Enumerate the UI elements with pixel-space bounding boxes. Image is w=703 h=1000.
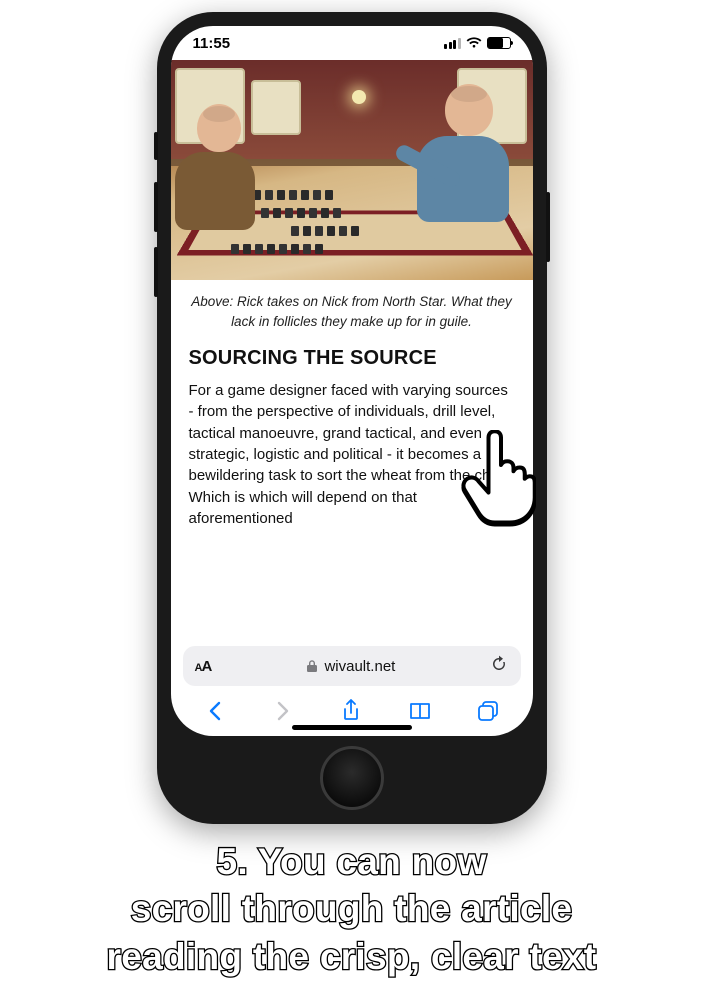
url-domain: wivault.net <box>324 658 395 675</box>
forward-button[interactable] <box>263 696 303 726</box>
home-indicator <box>292 725 412 730</box>
article-photo <box>171 60 533 280</box>
volume-up-button <box>154 182 158 232</box>
phone-frame: 11:55 <box>157 12 547 824</box>
lock-icon <box>306 659 318 673</box>
step-caption: 5. You can now scroll through the articl… <box>0 838 703 980</box>
tabs-button[interactable] <box>468 696 508 726</box>
status-time: 11:55 <box>193 35 231 52</box>
status-bar: 11:55 <box>171 26 533 60</box>
url-display[interactable]: wivault.net <box>306 658 395 675</box>
reload-button[interactable] <box>490 655 508 677</box>
back-button[interactable] <box>195 696 235 726</box>
photo-caption: Above: Rick takes on Nick from North Sta… <box>171 280 533 341</box>
wifi-icon <box>466 37 482 49</box>
power-button <box>546 192 550 262</box>
battery-icon <box>487 37 511 49</box>
volume-down-button <box>154 247 158 297</box>
article-body: For a game designer faced with varying s… <box>171 380 533 550</box>
home-button[interactable] <box>320 746 384 810</box>
status-indicators <box>444 37 511 49</box>
cellular-signal-icon <box>444 38 461 49</box>
address-bar[interactable]: AA wivault.net <box>183 646 521 686</box>
page-content[interactable]: Above: Rick takes on Nick from North Sta… <box>171 60 533 638</box>
share-button[interactable] <box>331 696 371 726</box>
mute-switch <box>154 132 158 160</box>
text-size-button[interactable]: AA <box>195 658 212 675</box>
bookmarks-button[interactable] <box>400 696 440 726</box>
phone-screen: 11:55 <box>171 26 533 736</box>
article-heading: SOURCING THE SOURCE <box>171 341 533 380</box>
